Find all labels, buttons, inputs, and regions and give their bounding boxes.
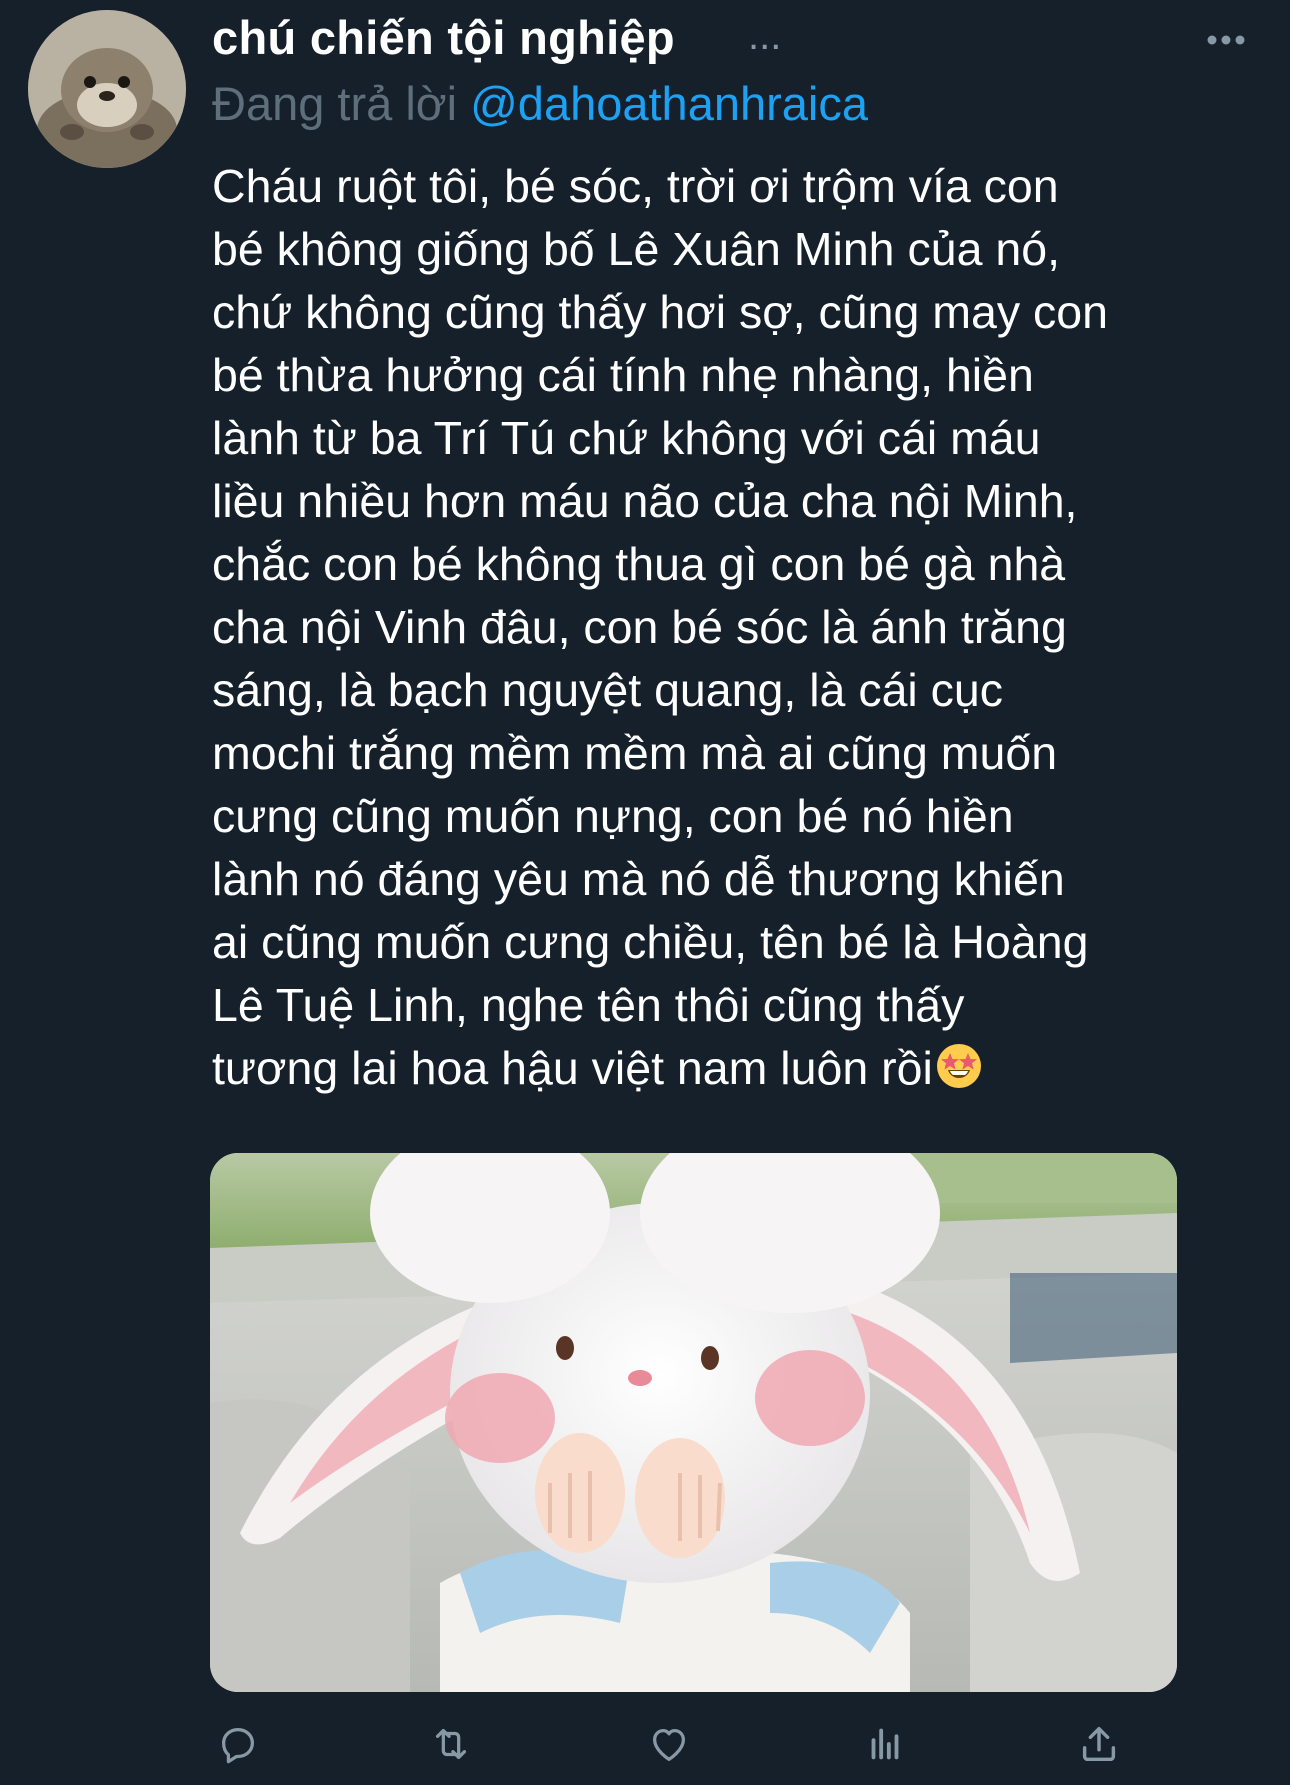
name-truncation-ellipsis: ... [748,14,782,58]
reply-handle-link[interactable]: @dahoathanhraica [470,77,868,130]
more-dots-icon [1207,35,1245,45]
star-struck-emoji-icon [936,1044,981,1088]
retweet-button[interactable] [423,1718,479,1770]
more-options-button[interactable] [1200,20,1252,60]
replying-to-line: Đang trả lời @dahoathanhraica [212,76,868,131]
display-name[interactable]: chú chiến tội nghiệp [212,10,675,65]
analytics-icon [871,1728,899,1760]
tweet-body-text: Cháu ruột tôi, bé sóc, trời ơi trộm vía … [212,160,1109,1094]
like-button[interactable] [641,1718,697,1770]
otter-avatar-image [28,10,186,168]
retweet-icon [435,1728,467,1760]
tweet-text: Cháu ruột tôi, bé sóc, trời ơi trộm vía … [212,155,1282,1100]
child-bunny-plush-photo [210,1153,1177,1692]
avatar[interactable] [28,10,186,168]
reply-icon [221,1727,255,1764]
replying-to-label: Đang trả lời [212,77,458,130]
share-icon [1082,1726,1116,1762]
reply-button[interactable] [210,1718,266,1770]
share-button[interactable] [1071,1718,1127,1770]
tweet-media-photo[interactable] [210,1153,1177,1692]
like-icon [652,1728,686,1761]
analytics-button[interactable] [857,1718,913,1770]
